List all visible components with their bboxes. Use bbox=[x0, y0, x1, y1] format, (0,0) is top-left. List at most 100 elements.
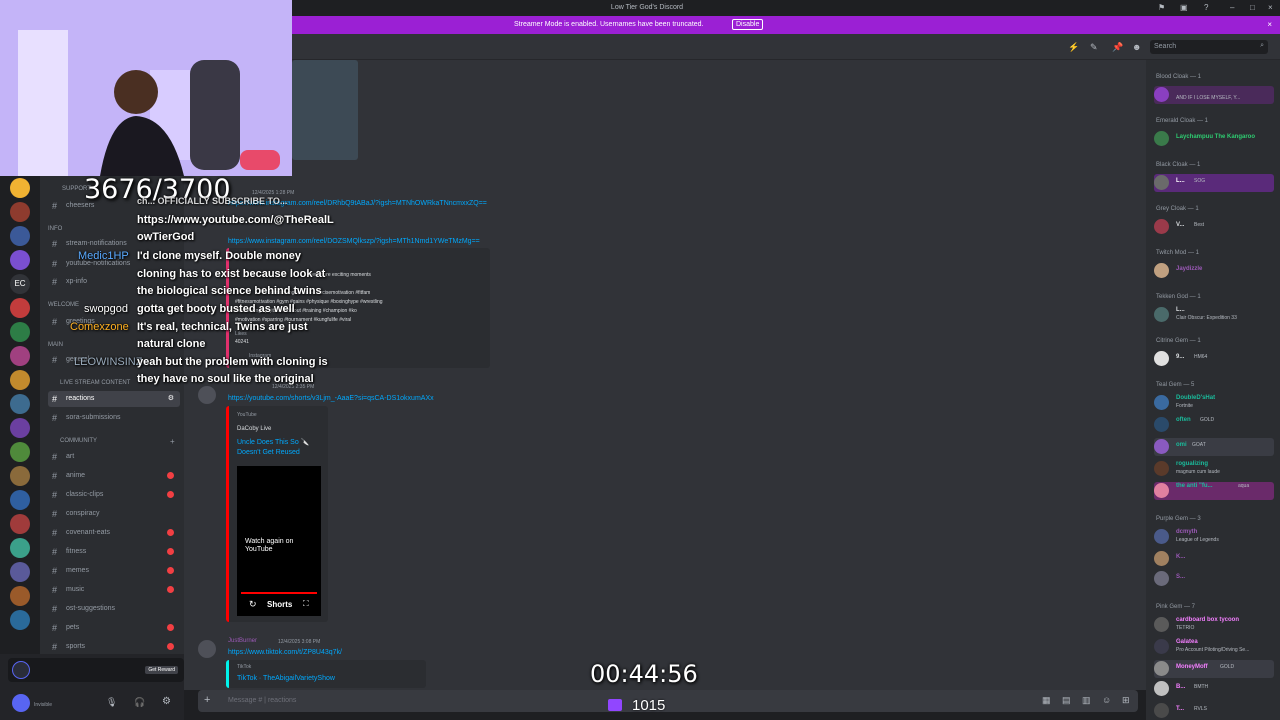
server-icon-ec[interactable]: EC bbox=[10, 274, 30, 294]
server-icon[interactable] bbox=[10, 370, 30, 390]
category-welcome[interactable]: WELCOME bbox=[48, 302, 79, 308]
settings-icon[interactable]: ⚙ bbox=[168, 394, 174, 402]
channel-classic-clips[interactable]: # classic-clips bbox=[48, 487, 180, 503]
sticker-icon[interactable]: ▥ bbox=[1082, 695, 1091, 706]
member-item[interactable]: the anti "fu... aqua bbox=[1154, 482, 1274, 500]
member-item[interactable]: S... bbox=[1154, 570, 1274, 588]
category-main[interactable]: MAIN bbox=[48, 342, 63, 348]
message-link[interactable]: https://www.instagram.com/reel/DOZSMQlks… bbox=[228, 238, 480, 245]
member-item[interactable]: MoneyMoff GOLD bbox=[1154, 660, 1274, 678]
channel-conspiracy[interactable]: # conspiracy bbox=[48, 506, 180, 522]
server-icon[interactable] bbox=[10, 178, 30, 198]
promo-banner: Get Reward bbox=[8, 658, 184, 682]
embed-title[interactable]: Uncle Does This So 🔪 Doesn't Get Reused bbox=[237, 438, 325, 458]
server-icon[interactable] bbox=[10, 226, 30, 246]
help-icon[interactable]: ? bbox=[1204, 3, 1208, 12]
server-icon[interactable] bbox=[10, 562, 30, 582]
server-icon[interactable] bbox=[10, 490, 30, 510]
fullscreen-icon[interactable]: ⛶ bbox=[303, 599, 309, 609]
member-item[interactable]: L... Clair Obscur: Expedition 33 bbox=[1154, 306, 1274, 324]
channel-sports[interactable]: # sports bbox=[48, 639, 180, 655]
message-composer[interactable]: + Message # | reactions ▦ ▤ ▥ ☺ ⊞ bbox=[198, 690, 1138, 712]
message-link[interactable]: https://www.tiktok.com/t/ZP8U43q7k/ bbox=[228, 649, 342, 656]
mic-icon[interactable]: 🎙 bbox=[106, 697, 117, 708]
channel-fitness[interactable]: # fitness bbox=[48, 544, 180, 560]
category-live-stream-content[interactable]: LIVE STREAM CONTENT bbox=[60, 380, 130, 386]
inbox-icon[interactable]: ⚑ bbox=[1158, 3, 1165, 12]
category-info[interactable]: INFO bbox=[48, 226, 62, 232]
server-icon[interactable] bbox=[10, 346, 30, 366]
category-community[interactable]: COMMUNITY bbox=[60, 438, 97, 444]
server-icon[interactable] bbox=[10, 322, 30, 342]
member-item[interactable]: AND IF I LOSE MYSELF, Y... bbox=[1154, 86, 1274, 104]
channel-reactions[interactable]: # reactions ⚙ bbox=[48, 391, 180, 407]
notification-icon[interactable]: ✎ bbox=[1090, 42, 1100, 52]
member-item[interactable]: Galatea Pro Account Piloting/Driving Se..… bbox=[1154, 638, 1274, 656]
replay-icon[interactable]: ↻ bbox=[249, 599, 257, 610]
member-item[interactable]: Jaydizzle bbox=[1154, 262, 1274, 280]
emoji-icon[interactable]: ☺ bbox=[1102, 695, 1111, 705]
close-icon[interactable]: × bbox=[1267, 20, 1272, 29]
channel-pets[interactable]: # pets bbox=[48, 620, 180, 636]
members-icon[interactable]: ☻ bbox=[1132, 42, 1142, 52]
channel-sora-submissions[interactable]: # sora-submissions bbox=[48, 410, 180, 426]
apps-icon[interactable]: ⊞ bbox=[1122, 695, 1130, 706]
message-image[interactable] bbox=[292, 60, 358, 160]
member-item[interactable]: rogualizing magnum cum laude bbox=[1154, 460, 1274, 478]
server-icon[interactable] bbox=[10, 610, 30, 630]
member-item[interactable]: often GOLD bbox=[1154, 416, 1274, 434]
maximize-icon[interactable]: □ bbox=[1250, 3, 1255, 12]
channel-music[interactable]: # music bbox=[48, 582, 180, 598]
server-icon[interactable] bbox=[10, 418, 30, 438]
server-icon[interactable] bbox=[10, 514, 30, 534]
server-icon[interactable] bbox=[10, 394, 30, 414]
minimize-icon[interactable]: – bbox=[1230, 3, 1234, 12]
member-item[interactable]: DoubleD'sHat Fortnite bbox=[1154, 394, 1274, 412]
add-attachment-icon[interactable]: + bbox=[204, 694, 210, 706]
search-input[interactable]: Search ⌕ bbox=[1150, 40, 1268, 54]
server-icon[interactable] bbox=[10, 250, 30, 270]
message-link[interactable]: https://youtube.com/shorts/v3Ljm_-AaaE?s… bbox=[228, 395, 434, 402]
server-icon[interactable] bbox=[10, 298, 30, 318]
gif-icon[interactable]: ▤ bbox=[1062, 695, 1071, 706]
server-icon[interactable] bbox=[10, 442, 30, 462]
member-item[interactable]: 9... HM64 bbox=[1154, 350, 1274, 368]
member-item[interactable]: K... bbox=[1154, 550, 1274, 568]
disable-button[interactable]: Disable bbox=[732, 19, 764, 30]
member-item[interactable]: omi GOAT bbox=[1154, 438, 1274, 456]
channel-anime[interactable]: # anime bbox=[48, 468, 180, 484]
channel-art[interactable]: # art bbox=[48, 449, 180, 465]
gift-icon[interactable]: ▦ bbox=[1042, 695, 1051, 706]
screen-icon[interactable]: ▣ bbox=[1180, 3, 1188, 12]
server-icon[interactable] bbox=[10, 202, 30, 222]
embed-title[interactable]: TikTok · TheAbigailVarietyShow bbox=[237, 675, 335, 682]
server-icon[interactable] bbox=[10, 538, 30, 558]
watch-again-label[interactable]: Watch again on YouTube bbox=[245, 538, 315, 554]
channel-memes[interactable]: # memes bbox=[48, 563, 180, 579]
video-player[interactable]: Watch again on YouTube ↻ Shorts ⛶ bbox=[237, 466, 321, 616]
member-item[interactable]: V... Best bbox=[1154, 218, 1274, 236]
channel-ost-suggestions[interactable]: # ost-suggestions bbox=[48, 601, 180, 617]
threads-icon[interactable]: ⚡ bbox=[1068, 42, 1079, 52]
message-author[interactable]: JustBurner bbox=[228, 638, 257, 644]
member-item[interactable]: dcmyth League of Legends bbox=[1154, 528, 1274, 546]
get-reward-button[interactable]: Get Reward bbox=[145, 666, 178, 674]
member-item[interactable]: L... SOG bbox=[1154, 174, 1274, 192]
avatar[interactable] bbox=[12, 694, 30, 712]
server-icon[interactable] bbox=[10, 466, 30, 486]
close-window-icon[interactable]: × bbox=[1268, 3, 1273, 12]
pin-icon[interactable]: 📌 bbox=[1112, 42, 1123, 52]
avatar[interactable] bbox=[198, 386, 216, 404]
channel-covenant-eats[interactable]: # covenant-eats bbox=[48, 525, 180, 541]
member-item[interactable]: cardboard box tycoon TETRIO bbox=[1154, 616, 1274, 634]
member-item[interactable]: Laychampuu The Kangaroo bbox=[1154, 130, 1274, 148]
member-name: MoneyMoff bbox=[1176, 664, 1208, 670]
member-item[interactable]: T... RVLS bbox=[1154, 702, 1274, 720]
add-channel-icon[interactable]: + bbox=[170, 437, 175, 446]
shorts-label[interactable]: Shorts bbox=[267, 600, 292, 609]
avatar[interactable] bbox=[198, 640, 216, 658]
settings-icon[interactable]: ⚙ bbox=[162, 696, 171, 707]
headphones-icon[interactable]: 🎧 bbox=[134, 697, 145, 708]
member-item[interactable]: B... BMTH bbox=[1154, 680, 1274, 698]
server-icon[interactable] bbox=[10, 586, 30, 606]
